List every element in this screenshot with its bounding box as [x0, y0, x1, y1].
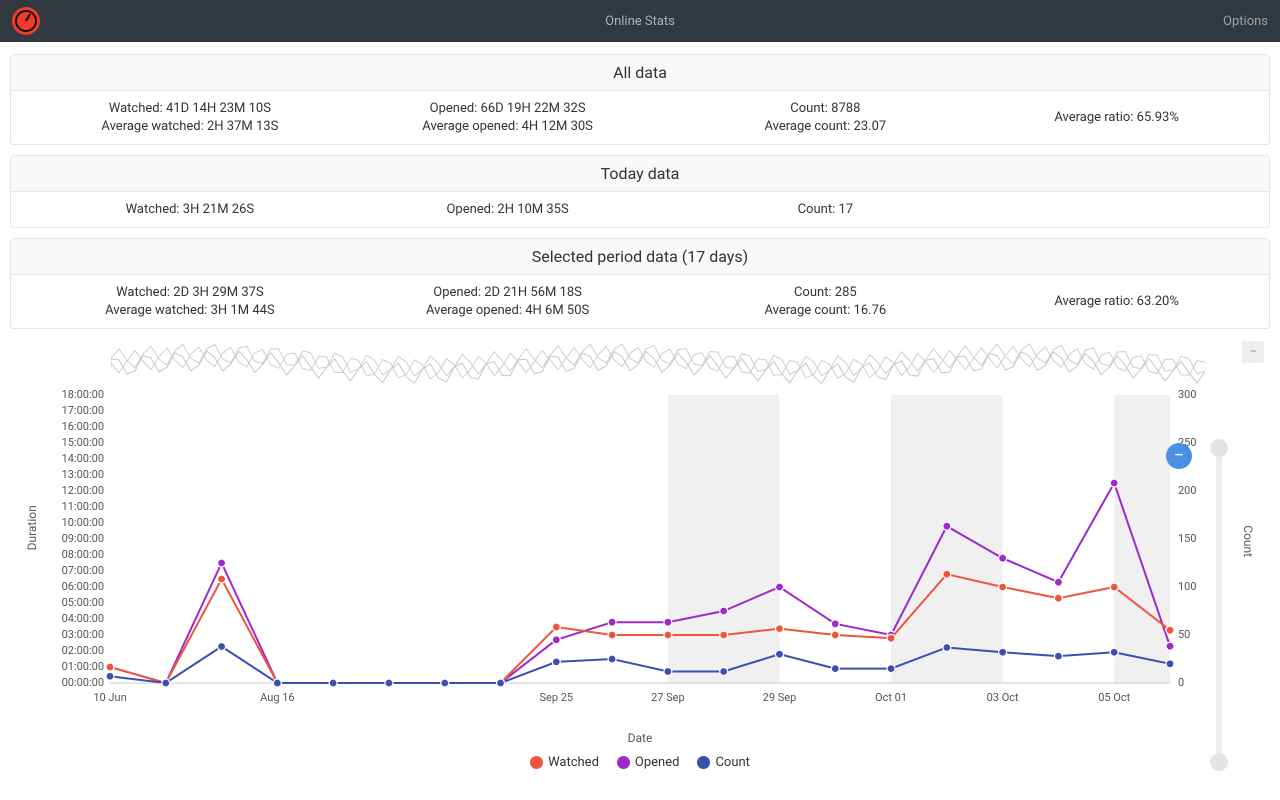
- card-all-body: Watched: 41D 14H 23M 10S Average watched…: [11, 91, 1269, 144]
- period-col-ratio: Average ratio: 63.20%: [984, 285, 1249, 318]
- svg-text:02:00:00: 02:00:00: [62, 644, 104, 657]
- legend-watched-dot-icon: [530, 756, 543, 769]
- svg-text:13:00:00: 13:00:00: [62, 468, 104, 481]
- svg-text:06:00:00: 06:00:00: [62, 580, 104, 593]
- svg-text:12:00:00: 12:00:00: [62, 484, 104, 497]
- period-count: Count: 285: [666, 285, 984, 300]
- all-col-watched: Watched: 41D 14H 23M 10S Average watched…: [31, 101, 349, 134]
- legend-count-dot-icon: [697, 756, 710, 769]
- overview-sparkline[interactable]: [110, 339, 1210, 387]
- legend-count-label: Count: [715, 755, 749, 770]
- detail-chart[interactable]: Duration Count 00:00:0001:00:0002:00:000…: [40, 387, 1240, 745]
- period-watched: Watched: 2D 3H 29M 37S: [31, 285, 349, 300]
- chart-area: − Duration Count 00:00:00 01:00:00 02:00:0…: [10, 339, 1270, 778]
- app-title: Online Stats: [605, 14, 675, 29]
- svg-text:Aug 16: Aug 16: [260, 691, 294, 704]
- svg-text:100: 100: [1178, 580, 1197, 593]
- close-chart-button[interactable]: −: [1242, 341, 1264, 363]
- topbar: Online Stats Options: [0, 0, 1280, 42]
- today-watched: Watched: 3H 21M 26S: [31, 202, 349, 217]
- today-opened: Opened: 2H 10M 35S: [349, 202, 667, 217]
- svg-text:0: 0: [1178, 676, 1184, 689]
- zoom-slider-knob-bottom[interactable]: [1210, 753, 1228, 771]
- svg-text:150: 150: [1178, 532, 1197, 545]
- legend-opened-label: Opened: [635, 755, 680, 770]
- card-period-title: Selected period data (17 days): [11, 239, 1269, 275]
- all-col-opened: Opened: 66D 19H 22M 32S Average opened: …: [349, 101, 667, 134]
- period-opened: Opened: 2D 21H 56M 18S: [349, 285, 667, 300]
- y-axis-left-label: Duration: [25, 505, 39, 550]
- legend-count[interactable]: Count: [697, 755, 749, 770]
- svg-text:08:00:00: 08:00:00: [62, 548, 104, 561]
- svg-text:Sep 25: Sep 25: [539, 691, 573, 704]
- y-axis-right-label: Count: [1241, 525, 1255, 557]
- svg-text:27 Sep: 27 Sep: [651, 691, 685, 704]
- all-col-ratio: Average ratio: 65.93%: [984, 101, 1249, 134]
- svg-text:03 Oct: 03 Oct: [987, 691, 1019, 704]
- svg-text:17:00:00: 17:00:00: [62, 404, 104, 417]
- all-col-count: Count: 8788 Average count: 23.07: [666, 101, 984, 134]
- x-axis-label: Date: [40, 731, 1240, 745]
- period-avg-ratio: Average ratio: 63.20%: [1054, 294, 1179, 309]
- all-avg-ratio: Average ratio: 65.93%: [1054, 110, 1179, 125]
- svg-text:15:00:00: 15:00:00: [62, 436, 104, 449]
- svg-text:09:00:00: 09:00:00: [62, 532, 104, 545]
- all-count: Count: 8788: [666, 101, 984, 116]
- main-content: All data Watched: 41D 14H 23M 10S Averag…: [0, 42, 1280, 778]
- svg-text:16:00:00: 16:00:00: [62, 420, 104, 433]
- svg-text:00:00:00: 00:00:00: [62, 676, 104, 689]
- today-col-count: Count: 17: [666, 202, 984, 217]
- legend-watched-label: Watched: [548, 755, 599, 770]
- period-col-watched: Watched: 2D 3H 29M 37S Average watched: …: [31, 285, 349, 318]
- zoom-out-button[interactable]: −: [1166, 443, 1192, 469]
- card-today-data: Today data Watched: 3H 21M 26S Opened: 2…: [10, 155, 1270, 228]
- period-avg-count: Average count: 16.76: [666, 303, 984, 318]
- today-col-opened: Opened: 2H 10M 35S: [349, 202, 667, 217]
- legend-opened-dot-icon: [617, 756, 630, 769]
- svg-text:29 Sep: 29 Sep: [763, 691, 797, 704]
- period-avg-opened: Average opened: 4H 6M 50S: [349, 303, 667, 318]
- svg-text:18:00:00: 18:00:00: [62, 388, 104, 401]
- card-all-data: All data Watched: 41D 14H 23M 10S Averag…: [10, 54, 1270, 145]
- period-col-opened: Opened: 2D 21H 56M 18S Average opened: 4…: [349, 285, 667, 318]
- all-avg-count: Average count: 23.07: [666, 119, 984, 134]
- zoom-slider-knob-top[interactable]: [1210, 439, 1228, 457]
- svg-text:11:00:00: 11:00:00: [62, 500, 104, 513]
- legend-watched[interactable]: Watched: [530, 755, 599, 770]
- svg-text:04:00:00: 04:00:00: [62, 612, 104, 625]
- svg-text:03:00:00: 03:00:00: [62, 628, 104, 641]
- legend: Watched Opened Count: [20, 745, 1260, 778]
- legend-opened[interactable]: Opened: [617, 755, 680, 770]
- app-logo-icon: [12, 7, 40, 35]
- svg-text:10:00:00: 10:00:00: [62, 516, 104, 529]
- today-col-watched: Watched: 3H 21M 26S: [31, 202, 349, 217]
- svg-text:05 Oct: 05 Oct: [1098, 691, 1130, 704]
- today-col-ratio: [984, 202, 1249, 217]
- card-today-title: Today data: [11, 156, 1269, 192]
- zoom-slider[interactable]: [1216, 445, 1222, 765]
- options-button[interactable]: Options: [1223, 14, 1268, 29]
- period-avg-watched: Average watched: 3H 1M 44S: [31, 303, 349, 318]
- all-avg-opened: Average opened: 4H 12M 30S: [349, 119, 667, 134]
- svg-text:05:00:00: 05:00:00: [62, 596, 104, 609]
- svg-text:300: 300: [1178, 388, 1197, 401]
- svg-text:01:00:00: 01:00:00: [62, 660, 104, 673]
- svg-text:07:00:00: 07:00:00: [62, 564, 104, 577]
- all-opened: Opened: 66D 19H 22M 32S: [349, 101, 667, 116]
- card-today-body: Watched: 3H 21M 26S Opened: 2H 10M 35S C…: [11, 192, 1269, 227]
- svg-text:200: 200: [1178, 484, 1197, 497]
- svg-text:10 Jun: 10 Jun: [93, 691, 126, 704]
- card-period-body: Watched: 2D 3H 29M 37S Average watched: …: [11, 275, 1269, 328]
- period-col-count: Count: 285 Average count: 16.76: [666, 285, 984, 318]
- card-all-title: All data: [11, 55, 1269, 91]
- svg-text:50: 50: [1178, 628, 1190, 641]
- today-count: Count: 17: [666, 202, 984, 217]
- card-period-data: Selected period data (17 days) Watched: …: [10, 238, 1270, 329]
- svg-text:14:00:00: 14:00:00: [62, 452, 104, 465]
- all-watched: Watched: 41D 14H 23M 10S: [31, 101, 349, 116]
- all-avg-watched: Average watched: 2H 37M 13S: [31, 119, 349, 134]
- svg-text:Oct 01: Oct 01: [875, 691, 907, 704]
